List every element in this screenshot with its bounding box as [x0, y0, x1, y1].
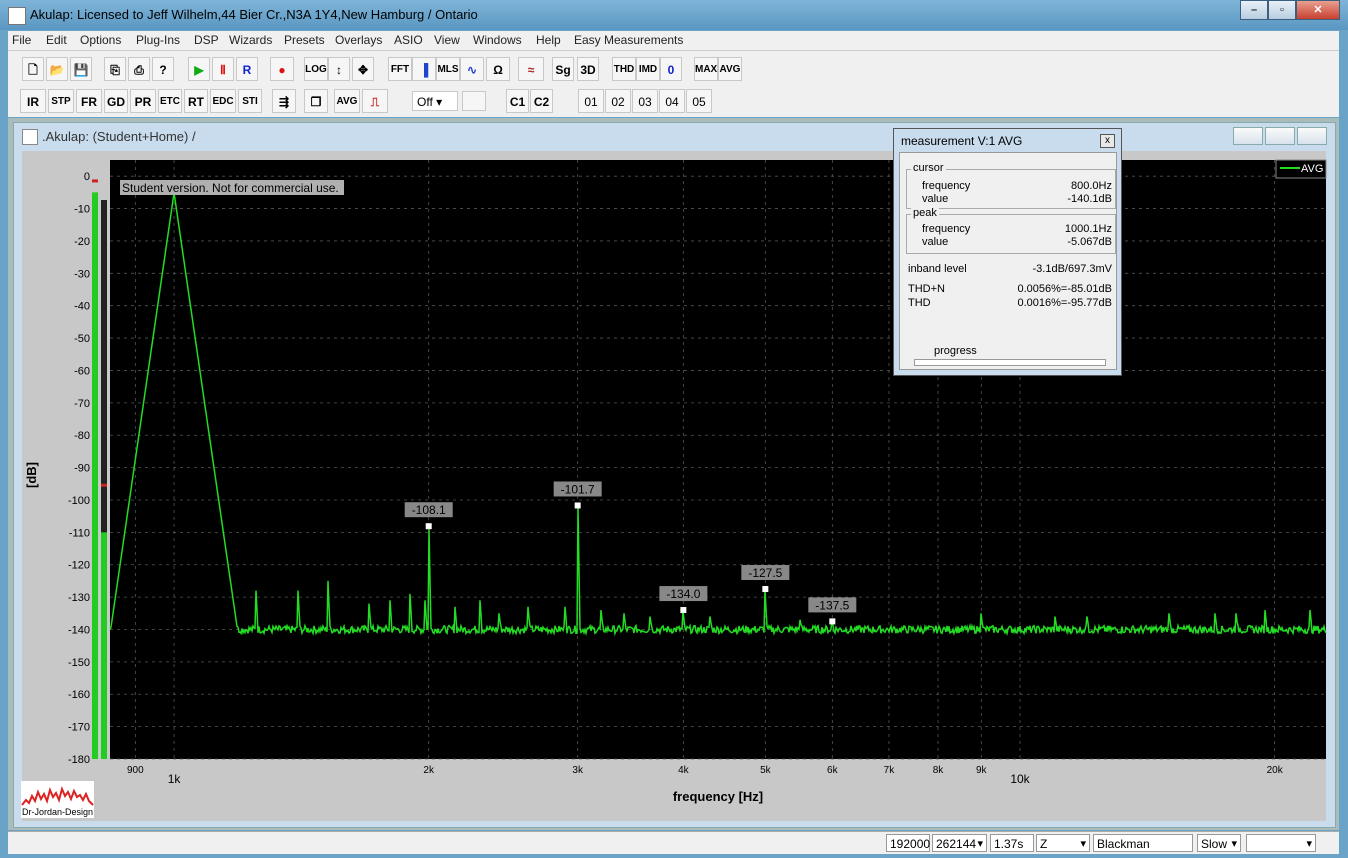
peak-label: -101.7 [561, 482, 595, 496]
cursor-frequency-value: 800.0Hz [1071, 180, 1112, 192]
window-function-field[interactable]: Blackman [1093, 834, 1193, 852]
peak-value-label: value [922, 236, 949, 248]
y-tick-label: -150 [68, 657, 90, 669]
peak-label: -127.5 [748, 566, 782, 580]
y-tick-label: -120 [68, 560, 90, 572]
cursor-value-label: value [922, 193, 949, 205]
y-tick-label: -60 [74, 365, 90, 377]
peak-label: -137.5 [815, 598, 849, 612]
y-tick-label: -80 [74, 430, 90, 442]
thd-value: 0.0016%=-95.77dB [1017, 297, 1113, 309]
fftsize-select[interactable]: 262144 [932, 834, 987, 853]
peak-marker [574, 502, 581, 509]
extra-select[interactable] [1246, 834, 1316, 853]
x-tick-label: 2k [423, 765, 435, 776]
y-tick-label: -30 [74, 268, 90, 280]
meter-right-peak [101, 483, 107, 487]
x-tick-label: 6k [827, 765, 839, 776]
cursor-group-label: cursor [911, 162, 946, 174]
y-tick-label: -70 [74, 398, 90, 410]
x-tick-label: 9k [976, 765, 988, 776]
status-bar: 192000 262144 1.37s Z Blackman Slow [8, 831, 1339, 854]
meter-right-bar [101, 532, 107, 759]
x-tick-label: 3k [572, 765, 584, 776]
y-tick-label: -170 [68, 722, 90, 734]
watermark: Student version. Not for commercial use. [120, 180, 344, 195]
x-tick-label: 7k [884, 765, 896, 776]
peak-marker [829, 618, 836, 625]
peak-marker [762, 586, 769, 593]
peak-marker [425, 523, 432, 530]
x-tick-label: 900 [127, 765, 144, 776]
peak-value-value: -5.067dB [1067, 236, 1112, 248]
peak-label: -134.0 [666, 587, 700, 601]
y-tick-label: -130 [68, 592, 90, 604]
y-tick-label: -20 [74, 236, 90, 248]
plot-background [110, 160, 1326, 759]
y-tick-label: -140 [68, 624, 90, 636]
y-axis-label: [dB] [24, 462, 39, 488]
x-tick-label: 1k [168, 772, 182, 786]
peak-frequency-label: frequency [922, 223, 971, 235]
measurement-title: measurement V:1 AVG [901, 134, 1023, 148]
y-tick-label: -50 [74, 333, 90, 345]
peak-marker [680, 607, 687, 614]
legend-label: AVG [1301, 163, 1323, 175]
samplerate-field[interactable]: 192000 [886, 834, 930, 852]
thd-label: THD [908, 297, 931, 309]
x-tick-label: 4k [678, 765, 690, 776]
inband-level-label: inband level [908, 263, 967, 275]
y-tick-label: -160 [68, 689, 90, 701]
y-tick-label: 0 [84, 171, 90, 183]
y-tick-label: -180 [68, 754, 90, 766]
inband-level-value: -3.1dB/697.3mV [1032, 263, 1113, 275]
logo: Dr-Jordan-Design [21, 781, 94, 818]
weighting-select[interactable]: Z [1036, 834, 1090, 853]
thdn-label: THD+N [908, 283, 945, 295]
legend: AVG [1275, 159, 1327, 179]
speed-select[interactable]: Slow [1197, 834, 1241, 853]
peak-group-label: peak [911, 207, 939, 219]
x-tick-label: 10k [1010, 772, 1030, 786]
progress-bar [914, 359, 1106, 366]
y-tick-label: -110 [69, 527, 90, 539]
duration-field: 1.37s [990, 834, 1034, 852]
y-tick-label: -100 [68, 495, 90, 507]
spectrum-chart[interactable]: 0 -10 -20 -30 -40 -50 -60 -70 -80 -90 -100 -110 -120… [0, 0, 1348, 858]
measurement-window[interactable]: measurement V:1 AVG x cursor frequency 8… [893, 128, 1122, 376]
logo-text: Dr-Jordan-Design [22, 807, 93, 817]
meter-left-peak [92, 179, 98, 183]
y-tick-label: -90 [74, 463, 90, 475]
measurement-close-button[interactable]: x [1100, 134, 1115, 148]
meter-left-bar [92, 192, 98, 760]
watermark-text: Student version. Not for commercial use. [122, 181, 339, 195]
cursor-frequency-label: frequency [922, 180, 971, 192]
peak-frequency-value: 1000.1Hz [1064, 223, 1112, 235]
peak-label: -108.1 [412, 503, 446, 517]
thdn-value: 0.0056%=-85.01dB [1017, 283, 1113, 295]
y-tick-label: -40 [74, 301, 90, 313]
x-tick-label: 20k [1267, 765, 1284, 776]
cursor-value-value: -140.1dB [1067, 193, 1112, 205]
y-tick-label: -10 [74, 204, 90, 216]
measurement-panel: cursor frequency 800.0Hz value -140.1dB … [899, 152, 1117, 370]
x-axis-label: frequency [Hz] [673, 789, 763, 804]
x-tick-label: 5k [760, 765, 772, 776]
progress-label: progress [934, 345, 977, 357]
x-tick-label: 8k [933, 765, 945, 776]
